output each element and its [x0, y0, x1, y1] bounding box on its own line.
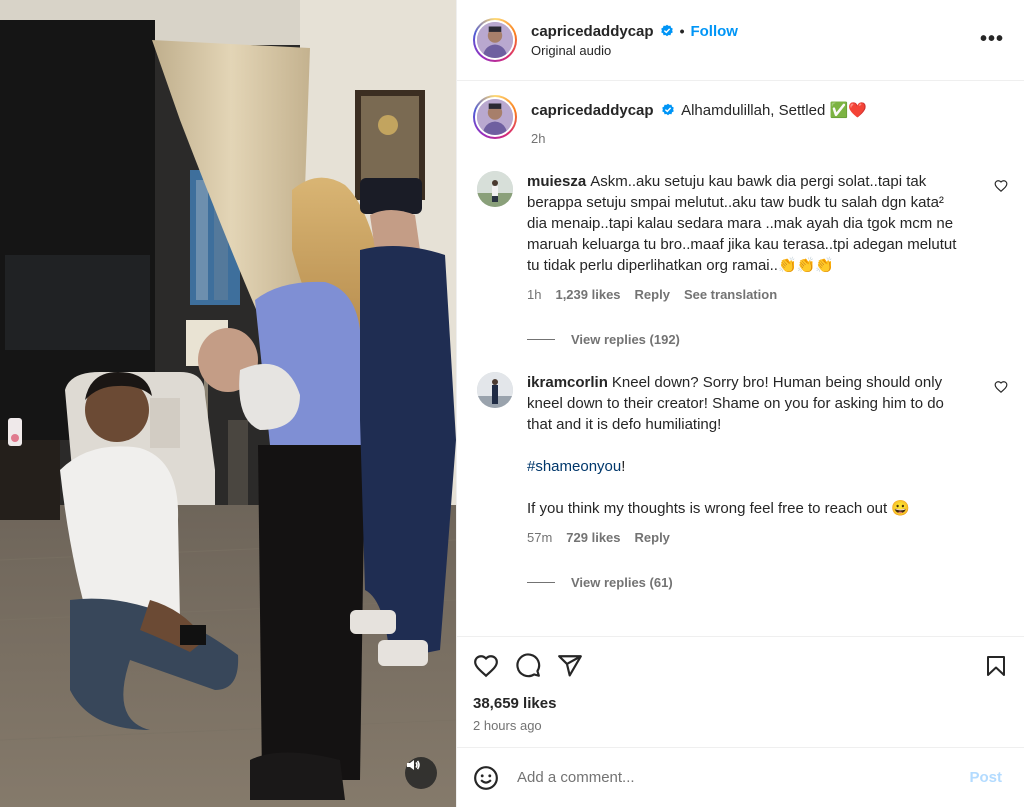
- see-translation-button[interactable]: See translation: [684, 284, 777, 305]
- comment-likes[interactable]: 1,239 likes: [555, 284, 620, 305]
- comment-icon: [516, 653, 541, 678]
- hashtag-link[interactable]: #shameonyou: [527, 458, 621, 475]
- like-button[interactable]: [473, 653, 499, 679]
- post-timestamp[interactable]: 2 hours ago: [473, 718, 1008, 747]
- add-comment-bar: Post: [457, 747, 1024, 807]
- comment-text-2: If you think my thoughts is wrong feel f…: [527, 500, 911, 517]
- replies-divider: [527, 582, 555, 583]
- verified-badge-icon: [661, 103, 674, 116]
- verified-badge-icon: [660, 24, 673, 37]
- comment-input[interactable]: [517, 769, 952, 786]
- avatar-image: [477, 99, 513, 135]
- comment-item: muiesza Askm..aku setuju kau bawk dia per…: [473, 171, 1008, 350]
- share-button[interactable]: [557, 653, 583, 679]
- post-comment-button[interactable]: Post: [969, 769, 1002, 786]
- post-photo: [0, 0, 456, 807]
- comments-list[interactable]: capricedaddycap Alhamdulillah, Settled ✅…: [457, 81, 1024, 636]
- caption-time: 2h: [531, 131, 546, 146]
- author-username[interactable]: capricedaddycap: [531, 23, 654, 40]
- share-icon: [558, 655, 582, 677]
- save-button[interactable]: [984, 654, 1008, 678]
- comment-button[interactable]: [515, 653, 541, 679]
- like-comment-heart-icon[interactable]: [994, 380, 1008, 394]
- comment-text: Askm..aku setuju kau bawk dia pergi sola…: [527, 173, 957, 274]
- caption-avatar[interactable]: [473, 95, 517, 139]
- post-actions: 38,659 likes 2 hours ago: [457, 636, 1024, 747]
- post-likes-count[interactable]: 38,659 likes: [473, 695, 1008, 712]
- post-header: capricedaddycap • Follow Original audio …: [457, 0, 1024, 81]
- post-side-panel: capricedaddycap • Follow Original audio …: [456, 0, 1024, 807]
- comment-username[interactable]: ikramcorlin: [527, 374, 608, 391]
- commenter-avatar[interactable]: [477, 171, 513, 207]
- emoji-icon[interactable]: [473, 765, 499, 791]
- like-comment-heart-icon[interactable]: [994, 179, 1008, 193]
- follow-button[interactable]: Follow: [690, 23, 738, 40]
- bookmark-icon: [987, 656, 1005, 676]
- view-replies-label: View replies (61): [571, 575, 673, 590]
- avatar-image: [477, 372, 513, 408]
- hashtag-suffix: !: [621, 458, 626, 475]
- reply-button[interactable]: Reply: [635, 284, 670, 305]
- comment-item: ikramcorlin Kneel down? Sorry bro! Human …: [473, 372, 1008, 593]
- instagram-post-view: capricedaddycap • Follow Original audio …: [0, 0, 1024, 807]
- avatar-image: [477, 22, 513, 58]
- author-avatar[interactable]: [473, 18, 517, 62]
- comment-likes[interactable]: 729 likes: [566, 527, 620, 548]
- caption-text: Alhamdulillah, Settled ✅❤️: [681, 102, 867, 119]
- comment-username[interactable]: muiesza: [527, 173, 586, 190]
- audio-toggle-button[interactable]: [405, 757, 437, 789]
- comment-time: 1h: [527, 287, 542, 302]
- header-separator: •: [679, 23, 685, 39]
- post-media[interactable]: [0, 0, 456, 807]
- post-caption: capricedaddycap Alhamdulillah, Settled ✅…: [473, 95, 1008, 149]
- view-replies-button[interactable]: View replies (192): [527, 329, 968, 350]
- view-replies-button[interactable]: View replies (61): [527, 572, 968, 593]
- replies-divider: [527, 339, 555, 340]
- more-options-button[interactable]: •••: [980, 28, 1004, 51]
- reply-button[interactable]: Reply: [635, 527, 670, 548]
- commenter-avatar[interactable]: [477, 372, 513, 408]
- speaker-icon: [407, 760, 420, 770]
- heart-icon: [474, 655, 498, 678]
- audio-label[interactable]: Original audio: [531, 43, 738, 58]
- comment-time: 57m: [527, 530, 553, 545]
- caption-username[interactable]: capricedaddycap: [531, 102, 654, 119]
- avatar-image: [477, 171, 513, 207]
- view-replies-label: View replies (192): [571, 332, 680, 347]
